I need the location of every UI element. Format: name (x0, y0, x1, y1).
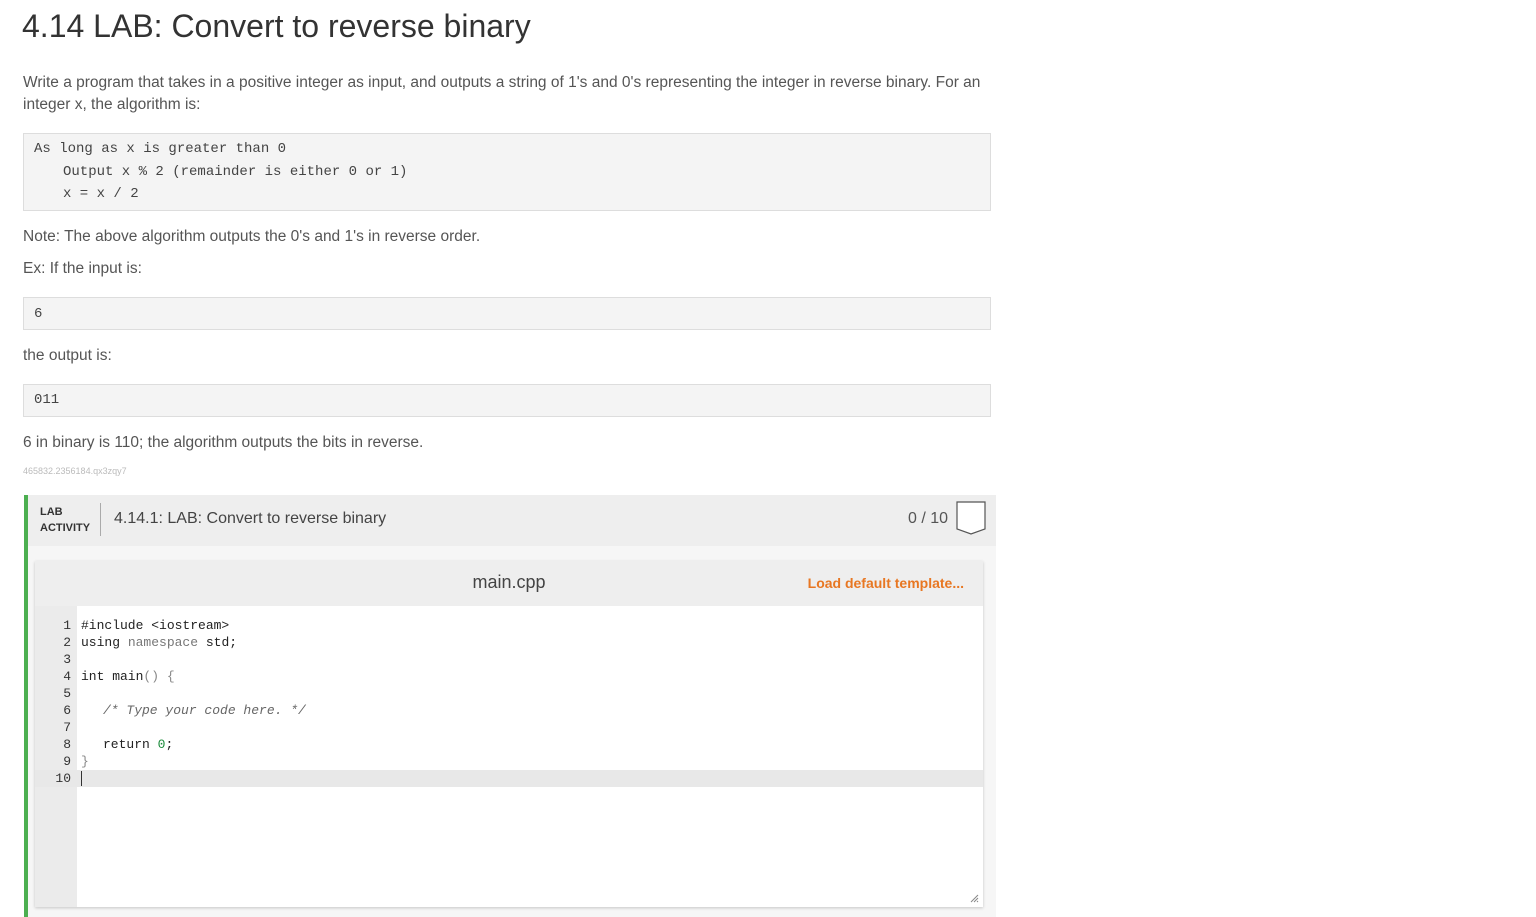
code-punctuation: () { (143, 669, 175, 684)
line-number: 1 (63, 618, 71, 633)
code-line: 9 } (35, 753, 983, 770)
code-editor: main.cpp Load default template... 1 #inc… (35, 561, 983, 907)
code-text: std; (205, 635, 238, 650)
algorithm-block: As long as x is greater than 0 Output x … (23, 133, 991, 211)
code-keyword: using (81, 635, 121, 650)
example-label: Ex: If the input is: (23, 260, 142, 277)
line-number: 8 (63, 737, 71, 752)
note-text: Note: The above algorithm outputs the 0'… (23, 228, 481, 245)
page-title: 4.14 LAB: Convert to reverse binary (22, 8, 531, 44)
line-number: 9 (63, 754, 71, 769)
lab-activity-tag: LAB ACTIVITY (40, 504, 90, 536)
algorithm-line: As long as x is greater than 0 (34, 141, 287, 157)
problem-intro: Write a program that takes in a positive… (23, 74, 981, 113)
code-comment: /* Type your code here. */ (103, 703, 306, 718)
content-id-tag: 465832.2356184.qx3zqy7 (23, 466, 127, 476)
code-text: #include <iostream> (81, 618, 230, 633)
code-keyword: return (103, 737, 150, 752)
line-number: 5 (63, 686, 71, 701)
text-cursor (81, 770, 82, 787)
code-text: int main (81, 669, 144, 684)
resize-handle-icon[interactable] (970, 894, 979, 903)
code-line: 2 using namespace std; (35, 634, 983, 651)
lab-score: 0 / 10 (907, 510, 948, 527)
output-label: the output is: (23, 347, 112, 364)
code-keyword: namespace (127, 635, 199, 650)
example-input-block: 6 (23, 297, 991, 330)
code-line: 6 /* Type your code here. */ (35, 702, 983, 719)
code-text: return 0; (103, 736, 173, 753)
lab-tag-line: LAB (40, 506, 63, 518)
code-text: int main() { (81, 668, 175, 685)
line-number: 2 (63, 635, 71, 650)
code-input-area[interactable]: 1 #include <iostream> 2 using namespace … (35, 606, 983, 907)
code-line: 4 int main() { (35, 668, 983, 685)
line-number: 6 (63, 703, 71, 718)
load-default-template-button[interactable]: Load default template... (808, 575, 964, 591)
code-line: 3 (35, 651, 983, 668)
score-badge-icon (956, 501, 986, 535)
line-number: 3 (63, 652, 71, 667)
explanation-text: 6 in binary is 110; the algorithm output… (23, 434, 424, 451)
editor-toolbar: main.cpp Load default template... (35, 561, 983, 606)
example-output-block: 011 (23, 384, 991, 417)
code-line: 5 (35, 685, 983, 702)
lab-header: LAB ACTIVITY 4.14.1: LAB: Convert to rev… (28, 495, 996, 546)
example-input: 6 (34, 306, 43, 322)
code-line: 7 (35, 719, 983, 736)
algorithm-line: Output x % 2 (remainder is either 0 or 1… (63, 163, 408, 180)
code-punctuation: } (81, 754, 89, 769)
code-line-active: 10 (35, 770, 983, 787)
lab-activity: LAB ACTIVITY 4.14.1: LAB: Convert to rev… (24, 495, 996, 917)
code-line: 1 #include <iostream> (35, 617, 983, 634)
line-number: 10 (55, 771, 71, 786)
code-text: using namespace std; (81, 634, 237, 651)
algorithm-line: x = x / 2 (63, 186, 139, 202)
page: 4.14 LAB: Convert to reverse binary Writ… (0, 0, 1536, 917)
line-number: 4 (63, 669, 71, 684)
lab-header-divider (100, 503, 101, 536)
line-number: 7 (63, 720, 71, 735)
lab-tag-line: ACTIVITY (40, 522, 91, 534)
code-line: 8 return 0; (35, 736, 983, 753)
example-output: 011 (34, 392, 60, 408)
lab-title: 4.14.1: LAB: Convert to reverse binary (114, 510, 387, 527)
code-punctuation: ; (165, 737, 174, 752)
